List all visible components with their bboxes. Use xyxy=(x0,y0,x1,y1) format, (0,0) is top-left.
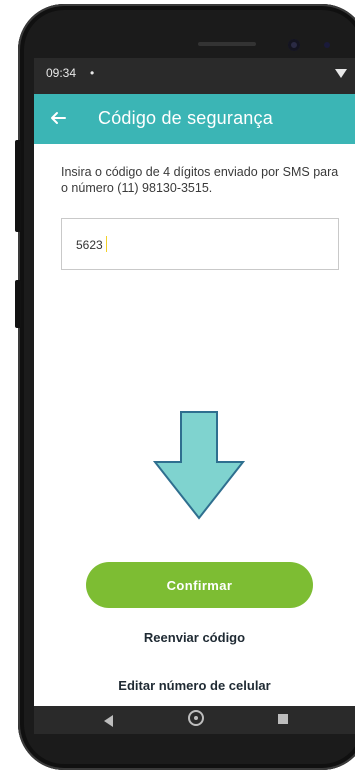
front-camera-icon xyxy=(288,39,300,51)
arrow-left-icon[interactable] xyxy=(46,106,70,130)
bottom-bezel xyxy=(34,734,355,760)
volume-button xyxy=(15,140,21,232)
wifi-icon xyxy=(335,69,347,78)
page-title: Código de segurança xyxy=(98,108,273,128)
nav-home-icon[interactable] xyxy=(188,710,204,726)
system-nav-bar xyxy=(34,706,355,734)
phone-screen: 09:34 • Código de segurança Insira o cód… xyxy=(34,58,355,734)
code-input[interactable] xyxy=(76,236,316,254)
instructions-text: Insira o código de 4 dígitos enviado por… xyxy=(61,165,339,195)
earpiece-speaker xyxy=(198,42,256,46)
text-caret xyxy=(106,236,107,252)
nav-back-icon[interactable] xyxy=(104,715,113,727)
arrow-down-icon xyxy=(152,411,246,520)
edit-phone-number-link[interactable]: Editar número de celular xyxy=(34,678,355,693)
top-bezel xyxy=(26,8,355,62)
app-bar: Código de segurança xyxy=(34,94,355,144)
proximity-sensor xyxy=(324,42,330,48)
nav-recent-apps-icon[interactable] xyxy=(278,714,288,724)
confirm-button[interactable]: Confirmar xyxy=(86,562,313,608)
notification-dot: • xyxy=(90,66,95,80)
resend-code-link[interactable]: Reenviar código xyxy=(34,630,355,645)
code-field[interactable] xyxy=(61,218,339,270)
status-time: 09:34 xyxy=(46,66,77,80)
status-bar: 09:34 • xyxy=(34,58,355,94)
power-button xyxy=(15,280,21,328)
